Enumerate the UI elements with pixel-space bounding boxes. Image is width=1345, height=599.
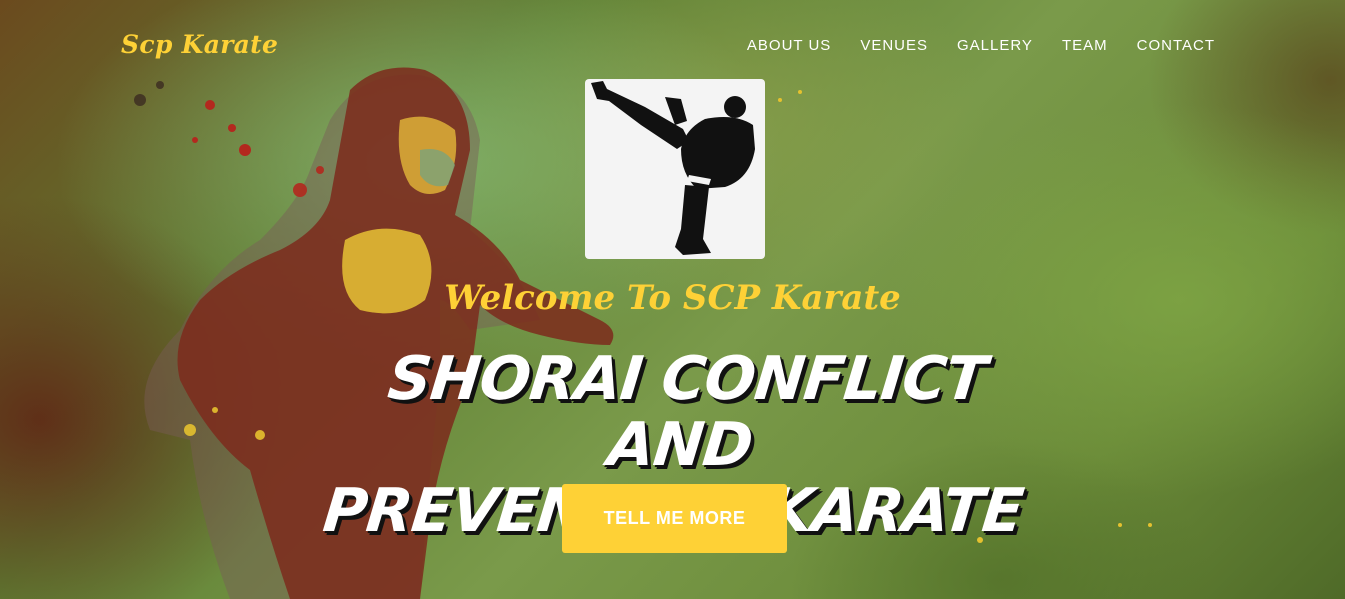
- karate-kick-silhouette-icon: [591, 81, 755, 255]
- main-nav: ABOUT US VENUES GALLERY TEAM CONTACT: [718, 37, 1215, 54]
- nav-link-venues[interactable]: VENUES: [860, 37, 928, 54]
- hero-heading-line-1: SHORAI CONFLICT AND: [384, 344, 990, 480]
- navbar-brand[interactable]: Scp Karate: [121, 30, 278, 59]
- nav-link-contact[interactable]: CONTACT: [1137, 37, 1215, 54]
- welcome-lead-in: Welcome To SCP Karate: [444, 278, 901, 318]
- nav-link-team[interactable]: TEAM: [1062, 37, 1108, 54]
- hero-section: Scp Karate ABOUT US VENUES GALLERY TEAM …: [0, 0, 1345, 599]
- tell-me-more-button[interactable]: TELL ME MORE: [562, 484, 787, 553]
- nav-link-about-us[interactable]: ABOUT US: [747, 37, 831, 54]
- karate-logo-image: [585, 79, 765, 259]
- nav-link-gallery[interactable]: GALLERY: [957, 37, 1033, 54]
